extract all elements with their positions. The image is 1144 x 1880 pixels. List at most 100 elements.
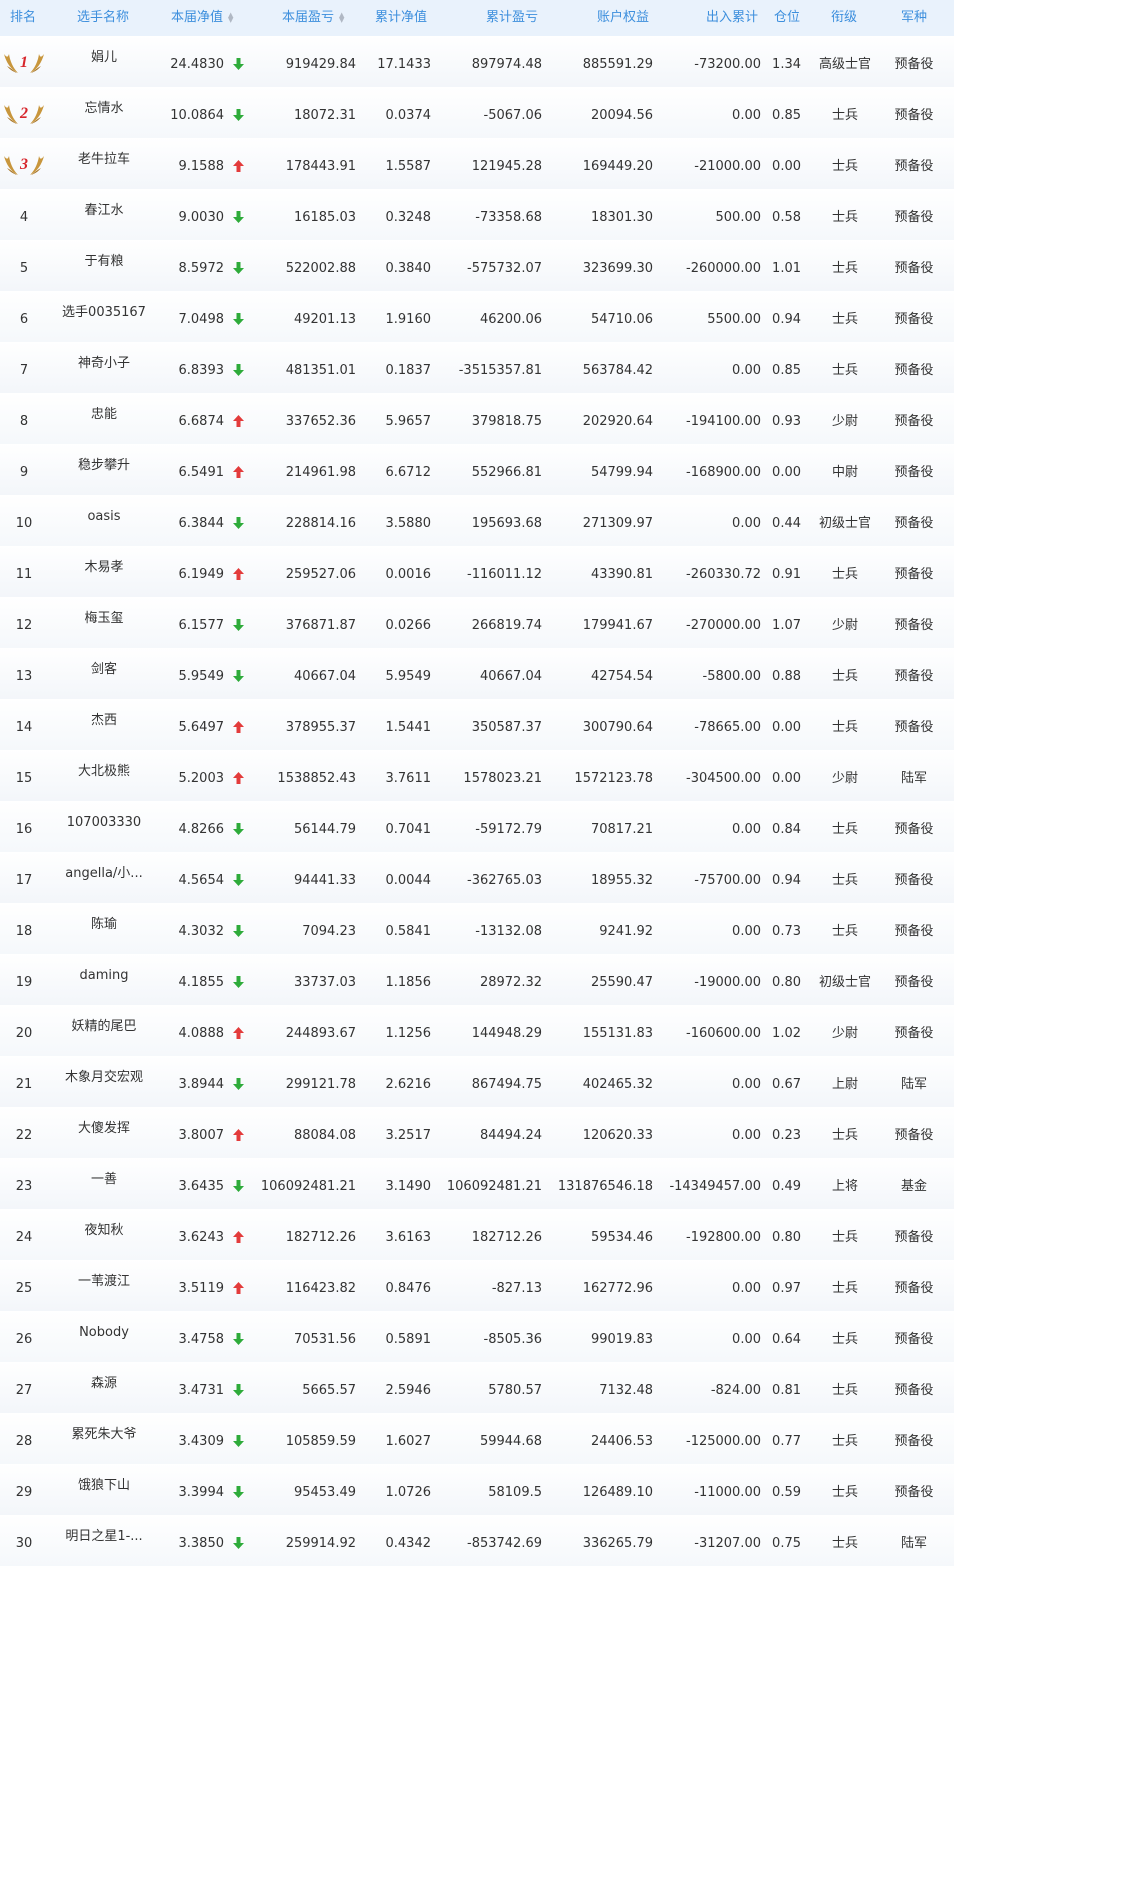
cum-profit-cell: 867494.75	[471, 1077, 542, 1092]
table-row[interactable]: 23 一善 3.6435 106092481.21 3.1490 106092481.21…	[0, 1158, 954, 1209]
column-header-title[interactable]: 衔级	[831, 0, 857, 36]
table-row[interactable]: 21 木象月交宏观 3.8944 299121.78 2.6216 867494.75 40…	[0, 1056, 954, 1107]
player-name-link[interactable]: 一善	[24, 1171, 184, 1188]
player-name-link[interactable]: 神奇小子	[24, 355, 184, 372]
table-row[interactable]: 18 陈瑜 4.3032 7094.23 0.5841 -13132.08 9241.92 0…	[0, 903, 954, 954]
table-row[interactable]: 12 梅玉玺 6.1577 376871.87 0.0266 266819.74 17994…	[0, 597, 954, 648]
nav-cell: 3.4731	[178, 1383, 225, 1398]
table-row[interactable]: 16 107003330 4.8266 56144.79 0.7041 -59172.79…	[0, 801, 954, 852]
player-name-link[interactable]: 选手0035167	[24, 304, 184, 321]
arrow-down-icon	[233, 925, 244, 937]
player-name-link[interactable]: 于有粮	[24, 253, 184, 270]
table-row[interactable]: 25 一苇渡江 3.5119 116423.82 0.8476 -827.13 162772…	[0, 1260, 954, 1311]
branch-cell: 预备役	[894, 414, 934, 429]
table-row[interactable]: 17 angella/小... 4.5654 94441.33 0.0044 -36276…	[0, 852, 954, 903]
player-name-link[interactable]: 夜知秋	[24, 1222, 184, 1239]
arrow-down-icon	[233, 670, 244, 682]
player-name-link[interactable]: angella/小...	[24, 865, 184, 882]
player-name-link[interactable]: 杰西	[24, 712, 184, 729]
arrow-up-icon	[233, 1129, 244, 1141]
player-name-link[interactable]: 老牛拉车	[24, 151, 184, 168]
player-name-link[interactable]: 饿狼下山	[24, 1477, 184, 1494]
column-header-flow[interactable]: 出入累计	[706, 0, 758, 36]
table-row[interactable]: 22 大傻发挥 3.8007 88084.08 3.2517 84494.24 120620…	[0, 1107, 954, 1158]
table-row[interactable]: 6 选手0035167 7.0498 49201.13 1.9160 46200.06 54…	[0, 291, 954, 342]
column-header-cum-nav[interactable]: 累计净值	[375, 0, 427, 36]
player-name-link[interactable]: 陈瑜	[24, 916, 184, 933]
table-row[interactable]: 29 饿狼下山 3.3994 95453.49 1.0726 58109.5 126489.…	[0, 1464, 954, 1515]
nav-cell: 3.6243	[178, 1230, 225, 1245]
player-name-link[interactable]: 妖精的尾巴	[24, 1018, 184, 1035]
table-row[interactable]: 3 老牛拉车 9.1588 178443.91 1.5587 121945.28 16944…	[0, 138, 954, 189]
player-name-link[interactable]: 木易孝	[24, 559, 184, 576]
cum-nav-cell: 3.7611	[385, 771, 432, 786]
profit-cell: 7094.23	[302, 924, 356, 939]
table-row[interactable]: 5 于有粮 8.5972 522002.88 0.3840 -575732.07 32369…	[0, 240, 954, 291]
arrow-down-icon	[233, 1333, 244, 1345]
branch-cell: 预备役	[894, 1128, 934, 1143]
cum-profit-cell: 84494.24	[479, 1128, 542, 1143]
player-name-link[interactable]: 忠能	[24, 406, 184, 423]
player-name-link[interactable]: 木象月交宏观	[24, 1069, 184, 1086]
player-name-link[interactable]: daming	[24, 967, 184, 984]
player-name-link[interactable]: 明日之星1-...	[24, 1528, 184, 1545]
column-header-cum-profit[interactable]: 累计盈亏	[486, 0, 538, 36]
table-row[interactable]: 10 oasis 6.3844 228814.16 3.5880 195693.68 271…	[0, 495, 954, 546]
cum-profit-cell: 121945.28	[471, 159, 542, 174]
table-row[interactable]: 28 累死朱大爷 3.4309 105859.59 1.6027 59944.68 2440…	[0, 1413, 954, 1464]
equity-cell: 18301.30	[590, 210, 653, 225]
column-header-profit[interactable]: 本届盈亏 ▲ ▼	[282, 0, 344, 36]
column-header-nav[interactable]: 本届净值 ▲ ▼	[171, 0, 233, 36]
table-row[interactable]: 7 神奇小子 6.8393 481351.01 0.1837 -3515357.81 563…	[0, 342, 954, 393]
column-header-equity[interactable]: 账户权益	[597, 0, 649, 36]
player-name-link[interactable]: 娟儿	[24, 49, 184, 66]
table-row[interactable]: 24 夜知秋 3.6243 182712.26 3.6163 182712.26 59534…	[0, 1209, 954, 1260]
flow-cell: -11000.00	[694, 1485, 761, 1500]
player-name-link[interactable]: 累死朱大爷	[24, 1426, 184, 1443]
sort-caret-icon[interactable]: ▲ ▼	[339, 11, 344, 23]
player-name-link[interactable]: Nobody	[24, 1324, 184, 1341]
player-name-link[interactable]: 107003330	[24, 814, 184, 831]
cum-nav-cell: 1.1256	[385, 1026, 432, 1041]
sort-caret-icon[interactable]: ▲ ▼	[228, 11, 233, 23]
table-row[interactable]: 8 忠能 6.6874 337652.36 5.9657 379818.75 202920.…	[0, 393, 954, 444]
table-row[interactable]: 15 大北极熊 5.2003 1538852.43 3.7611 1578023.21 15…	[0, 750, 954, 801]
arrow-up-icon	[233, 160, 244, 172]
player-name-link[interactable]: 稳步攀升	[24, 457, 184, 474]
cum-nav-cell: 2.6216	[385, 1077, 432, 1092]
player-name-link[interactable]: 剑客	[24, 661, 184, 678]
player-name-link[interactable]: 大北极熊	[24, 763, 184, 780]
player-name-link[interactable]: 大傻发挥	[24, 1120, 184, 1137]
arrow-up-icon	[233, 1231, 244, 1243]
cum-nav-cell: 3.6163	[385, 1230, 432, 1245]
table-row[interactable]: 27 森源 3.4731 5665.57 2.5946 5780.57 7132.48 -82…	[0, 1362, 954, 1413]
player-name-link[interactable]: 梅玉玺	[24, 610, 184, 627]
column-header-rank[interactable]: 排名	[10, 0, 36, 36]
profit-cell: 378955.37	[285, 720, 356, 735]
flow-cell: 0.00	[732, 1332, 761, 1347]
table-row[interactable]: 19 daming 4.1855 33737.03 1.1856 28972.32 2559…	[0, 954, 954, 1005]
arrow-down-icon	[233, 262, 244, 274]
table-row[interactable]: 26 Nobody 3.4758 70531.56 0.5891 -8505.36 9901…	[0, 1311, 954, 1362]
equity-cell: 25590.47	[590, 975, 653, 990]
column-header-label: 衔级	[831, 10, 858, 25]
table-row[interactable]: 4 春江水 9.0030 16185.03 0.3248 -73358.68 18301.3…	[0, 189, 954, 240]
table-row[interactable]: 20 妖精的尾巴 4.0888 244893.67 1.1256 144948.29 155…	[0, 1005, 954, 1056]
player-name-link[interactable]: 忘情水	[24, 100, 184, 117]
table-row[interactable]: 14 杰西 5.6497 378955.37 1.5441 350587.37 300790…	[0, 699, 954, 750]
table-row[interactable]: 2 忘情水 10.0864 18072.31 0.0374 -5067.06 20094.5…	[0, 87, 954, 138]
column-header-name[interactable]: 选手名称	[77, 0, 129, 36]
player-name-link[interactable]: 森源	[24, 1375, 184, 1392]
table-row[interactable]: 30 明日之星1-... 3.3850 259914.92 0.4342 -853742.…	[0, 1515, 954, 1566]
player-name-link[interactable]: oasis	[24, 508, 184, 525]
table-row[interactable]: 1 娟儿 24.4830 919429.84 17.1433 897974.48 88559…	[0, 36, 954, 87]
column-header-branch[interactable]: 军种	[901, 0, 927, 36]
player-name-link[interactable]: 春江水	[24, 202, 184, 219]
column-header-position[interactable]: 仓位	[774, 0, 800, 36]
table-row[interactable]: 11 木易孝 6.1949 259527.06 0.0016 -116011.12 4339…	[0, 546, 954, 597]
cum-profit-cell: -13132.08	[475, 924, 542, 939]
player-name-link[interactable]: 一苇渡江	[24, 1273, 184, 1290]
table-row[interactable]: 9 稳步攀升 6.5491 214961.98 6.6712 552966.81 54799…	[0, 444, 954, 495]
arrow-down-icon	[233, 619, 244, 631]
table-row[interactable]: 13 剑客 5.9549 40667.04 5.9549 40667.04 42754.54…	[0, 648, 954, 699]
